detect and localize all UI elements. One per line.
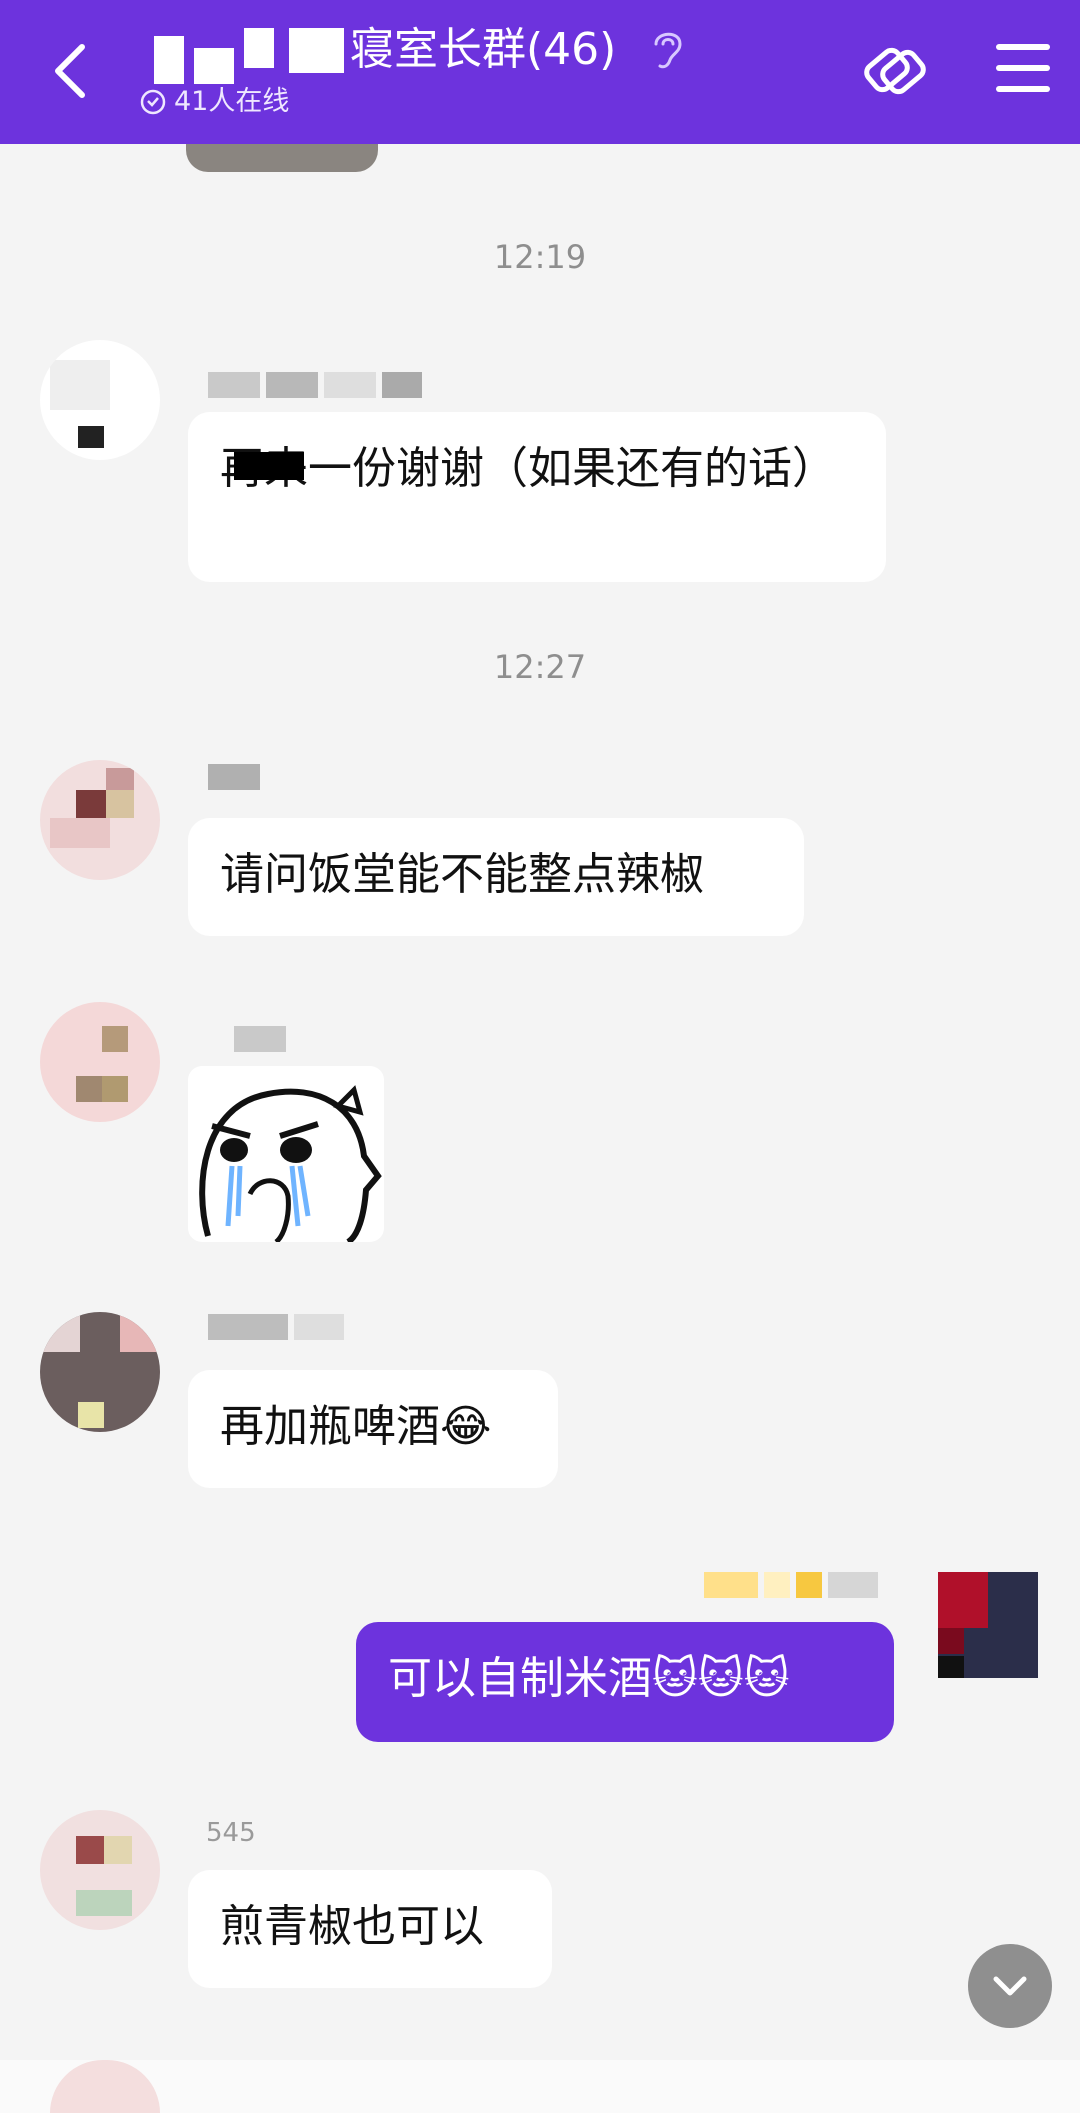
nickname-redacted [208, 1314, 344, 1340]
link-icon[interactable] [860, 36, 930, 106]
timestamp: 12:27 [493, 648, 587, 686]
message-text: 煎青椒也可以 [220, 1901, 484, 1952]
group-avatar-redacted [154, 28, 354, 86]
avatar[interactable] [40, 1810, 160, 1930]
online-status: 41人在线 [140, 84, 289, 120]
avatar[interactable] [40, 1002, 160, 1122]
message-text: 再来一份谢谢（如果还有的话） [220, 443, 836, 494]
message-text: 可以自制米酒🐱🐱🐱 [388, 1653, 790, 1704]
message-text: 请问饭堂能不能整点辣椒 [220, 849, 704, 900]
online-count: 41人在线 [174, 86, 290, 117]
check-circle-icon [140, 89, 166, 115]
nickname-redacted [208, 372, 422, 398]
next-message-partial [0, 2060, 1080, 2113]
chevron-left-icon [55, 44, 85, 98]
nickname: 545 [206, 1818, 256, 1848]
avatar[interactable] [938, 1572, 1038, 1678]
crying-face-sticker-icon [199, 1085, 382, 1242]
message-bubble[interactable]: 再来一份谢谢（如果还有的话） [188, 412, 886, 582]
avatar[interactable] [40, 340, 160, 460]
ear-icon[interactable] [650, 26, 686, 74]
scroll-to-bottom-button[interactable] [968, 1944, 1052, 2028]
nickname-redacted [208, 764, 260, 790]
message-bubble[interactable]: 煎青椒也可以 [188, 1870, 552, 1988]
redaction-mark [234, 452, 304, 480]
chevron-down-icon [993, 1976, 1027, 1996]
nickname-redacted [234, 1026, 286, 1052]
message-bubble[interactable]: 请问饭堂能不能整点辣椒 [188, 818, 804, 936]
chat-header: 寝室长群(46) 41人在线 [0, 0, 1080, 144]
nickname-redacted [704, 1572, 878, 1598]
menu-icon[interactable] [996, 44, 1050, 107]
message-text: 再加瓶啤酒😂 [220, 1401, 492, 1452]
back-button[interactable] [40, 36, 100, 106]
timestamp: 12:19 [493, 238, 587, 276]
chat-title[interactable]: 寝室长群(46) [350, 20, 616, 80]
avatar [50, 2060, 160, 2113]
avatar[interactable] [40, 760, 160, 880]
message-bubble[interactable]: 再加瓶啤酒😂 [188, 1370, 558, 1488]
sticker-image[interactable] [188, 1066, 384, 1242]
message-bubble[interactable]: 可以自制米酒🐱🐱🐱 [356, 1622, 894, 1742]
avatar[interactable] [40, 1312, 160, 1432]
